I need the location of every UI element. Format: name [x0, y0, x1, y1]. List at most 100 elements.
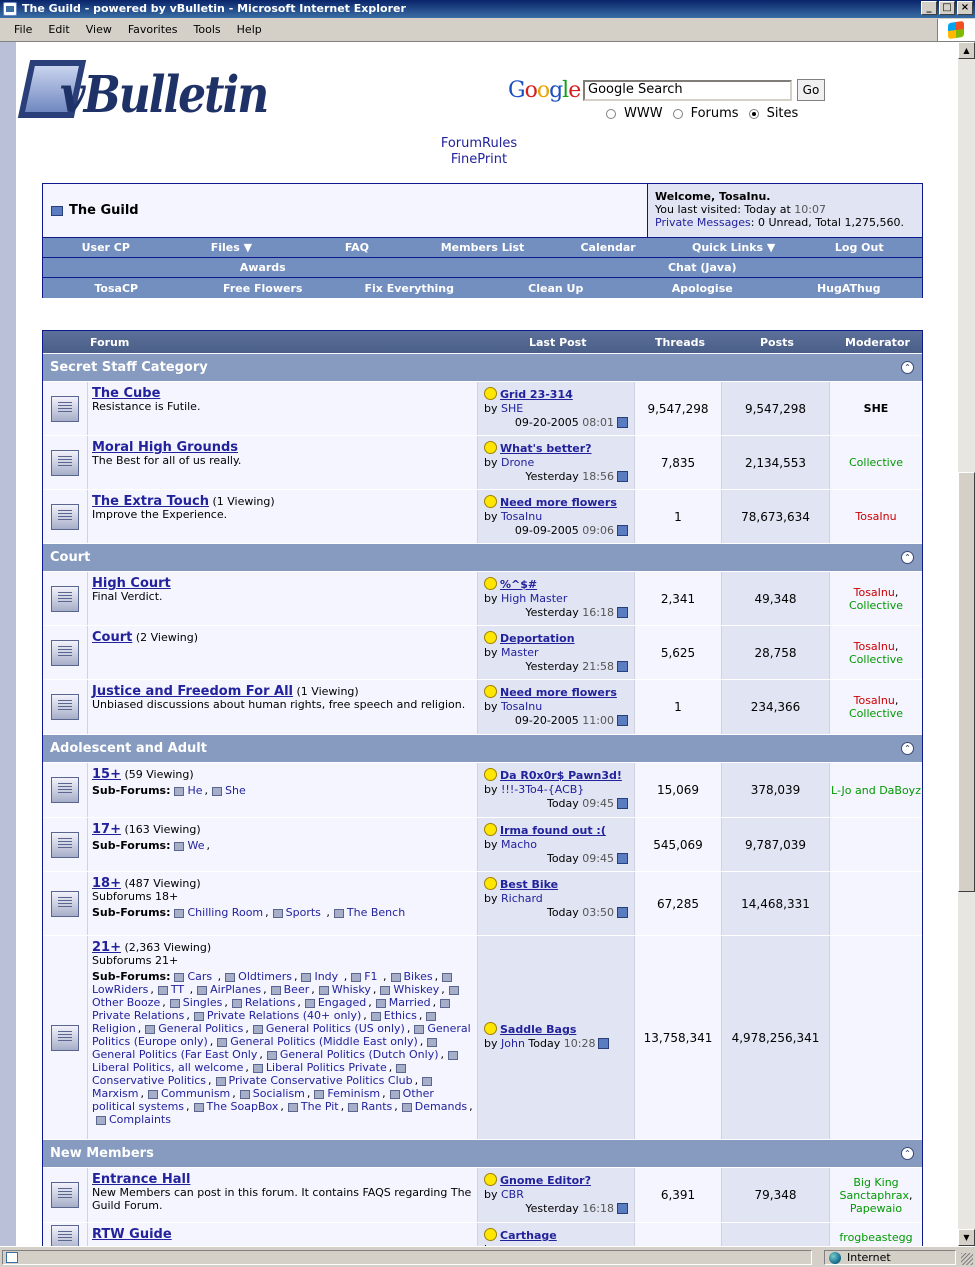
category-name[interactable]: Court — [50, 550, 90, 565]
subforum-link[interactable]: Married — [389, 996, 431, 1009]
subforum-link[interactable]: Liberal Politics, all welcome — [92, 1061, 243, 1074]
subforum-link[interactable]: Whisky — [332, 983, 371, 996]
radio-forums[interactable]: Forums — [672, 106, 739, 121]
last-post-title-link[interactable]: Carthage — [500, 1229, 557, 1242]
scroll-up-button[interactable]: ▲ — [958, 42, 975, 59]
subforum-link[interactable]: Oldtimers — [238, 970, 292, 983]
subforum-link[interactable]: The SoapBox — [207, 1100, 279, 1113]
subforum-link[interactable]: She — [225, 784, 246, 797]
moderator-link[interactable]: Collective — [849, 599, 903, 612]
go-to-last-post-icon[interactable] — [617, 607, 628, 618]
moderator-link[interactable]: TosaInu — [854, 694, 895, 707]
subforum-link[interactable]: General Politics (Middle East only) — [230, 1035, 418, 1048]
subforum-link[interactable]: Engaged — [318, 996, 366, 1009]
subforum-link[interactable]: He — [187, 784, 202, 797]
moderator-link[interactable]: Collective — [849, 707, 903, 720]
collapse-icon[interactable]: ⌃ — [901, 551, 914, 564]
last-post-title-link[interactable]: Da R0x0r$ Pawn3d! — [500, 769, 622, 782]
subforum-link[interactable]: The Bench — [347, 906, 405, 919]
go-to-last-post-icon[interactable] — [617, 1203, 628, 1214]
last-post-user-link[interactable]: Macho — [501, 838, 537, 851]
subforum-link[interactable]: Private Relations — [92, 1009, 184, 1022]
go-to-last-post-icon[interactable] — [617, 471, 628, 482]
subforum-link[interactable]: Private Relations (40+ only) — [207, 1009, 361, 1022]
category-header[interactable]: New Members ⌃ — [43, 1139, 922, 1167]
nav-files[interactable]: Files ▼ — [169, 241, 295, 254]
subforum-link[interactable]: Socialism — [253, 1087, 305, 1100]
subforum-link[interactable]: General Politics (Far East Only — [92, 1048, 257, 1061]
menu-tools[interactable]: Tools — [186, 23, 229, 36]
minimize-button[interactable]: _ — [921, 1, 937, 15]
nav-calendar[interactable]: Calendar — [545, 241, 671, 254]
maximize-button[interactable]: □ — [939, 1, 955, 15]
go-to-last-post-icon[interactable] — [617, 798, 628, 809]
moderator-link[interactable]: frogbeastegg — [839, 1231, 912, 1244]
subforum-link[interactable]: Religion — [92, 1022, 136, 1035]
scroll-thumb[interactable] — [958, 472, 975, 892]
nav-hugathug[interactable]: HugAThug — [776, 282, 923, 295]
category-name[interactable]: Secret Staff Category — [50, 360, 208, 375]
subforum-link[interactable]: Indy — [314, 970, 341, 983]
last-post-title-link[interactable]: Best Bike — [500, 878, 558, 891]
collapse-icon[interactable]: ⌃ — [901, 1147, 914, 1160]
vbulletin-logo[interactable]: vBulletin — [17, 50, 269, 134]
last-post-title-link[interactable]: Grid 23-314 — [500, 388, 573, 401]
nav-tosacp[interactable]: TosaCP — [43, 282, 190, 295]
subforum-link[interactable]: Communism — [161, 1087, 230, 1100]
go-to-last-post-icon[interactable] — [617, 853, 628, 864]
forum-name-link[interactable]: 18+ — [92, 876, 121, 891]
nav-members-list[interactable]: Members List — [420, 241, 546, 254]
subforum-link[interactable]: Chilling Room — [187, 906, 263, 919]
subforum-link[interactable]: Marxism — [92, 1087, 138, 1100]
menu-file[interactable]: File — [6, 23, 40, 36]
forum-name-link[interactable]: Justice and Freedom For All — [92, 684, 293, 699]
go-to-last-post-icon[interactable] — [617, 417, 628, 428]
forum-name-link[interactable]: Court — [92, 630, 132, 645]
subforum-link[interactable]: Bikes — [404, 970, 433, 983]
forum-name-link[interactable]: Moral High Grounds — [92, 440, 238, 455]
radio-www[interactable]: WWW — [606, 106, 663, 121]
subforum-link[interactable]: F1 — [364, 970, 381, 983]
nav-quick-links[interactable]: Quick Links ▼ — [671, 241, 797, 254]
resize-grip[interactable] — [961, 1253, 973, 1265]
nav-log-out[interactable]: Log Out — [796, 241, 922, 254]
menu-edit[interactable]: Edit — [40, 23, 77, 36]
last-post-user-link[interactable]: High Master — [501, 592, 567, 605]
last-post-user-link[interactable]: Master — [501, 646, 539, 659]
subforum-link[interactable]: Rants — [361, 1100, 392, 1113]
last-post-user-link[interactable]: CBR — [501, 1188, 524, 1201]
last-post-user-link[interactable]: John — [501, 1037, 525, 1050]
fineprint-link[interactable]: FinePrint — [0, 152, 958, 168]
nav-free-flowers[interactable]: Free Flowers — [190, 282, 337, 295]
moderator-link[interactable]: TosaInu — [854, 640, 895, 653]
nav-awards[interactable]: Awards — [43, 261, 483, 274]
forum-name-link[interactable]: The Cube — [92, 386, 160, 401]
subforum-link[interactable]: Other Booze — [92, 996, 160, 1009]
last-post-title-link[interactable]: Need more flowers — [500, 686, 617, 699]
subforum-link[interactable]: Liberal Politics Private — [266, 1061, 387, 1074]
subforum-link[interactable]: Private Conservative Politics Club — [229, 1074, 413, 1087]
category-header[interactable]: Court ⌃ — [43, 543, 922, 571]
subforum-link[interactable]: Complaints — [109, 1113, 171, 1126]
subforum-link[interactable]: Ethics — [384, 1009, 417, 1022]
nav-chat[interactable]: Chat (Java) — [483, 261, 923, 274]
last-post-user-link[interactable]: SHE — [501, 402, 523, 415]
last-post-title-link[interactable]: Saddle Bags — [500, 1023, 576, 1036]
last-post-user-link[interactable]: Drone — [501, 456, 534, 469]
go-to-last-post-icon[interactable] — [617, 715, 628, 726]
moderator-link[interactable]: SHE — [864, 402, 889, 415]
last-post-user-link[interactable]: !!!-3To4-{ACB} — [501, 783, 584, 796]
subforum-link[interactable]: We — [187, 839, 204, 852]
go-to-last-post-icon[interactable] — [598, 1038, 610, 1049]
moderator-link[interactable]: Collective — [849, 456, 903, 469]
moderator-link[interactable]: TosaInu — [854, 586, 895, 599]
radio-sites[interactable]: Sites — [748, 106, 798, 121]
last-post-user-link[interactable]: TosaInu — [501, 700, 542, 713]
nav-clean-up[interactable]: Clean Up — [483, 282, 630, 295]
moderator-link[interactable]: Big King Sanctaphrax — [839, 1176, 909, 1202]
close-button[interactable]: × — [957, 1, 973, 15]
forum-name-link[interactable]: 17+ — [92, 822, 121, 837]
forum-name-link[interactable]: Entrance Hall — [92, 1172, 190, 1187]
scroll-down-button[interactable]: ▼ — [958, 1229, 975, 1246]
moderator-link[interactable]: Papewaio — [850, 1202, 902, 1215]
